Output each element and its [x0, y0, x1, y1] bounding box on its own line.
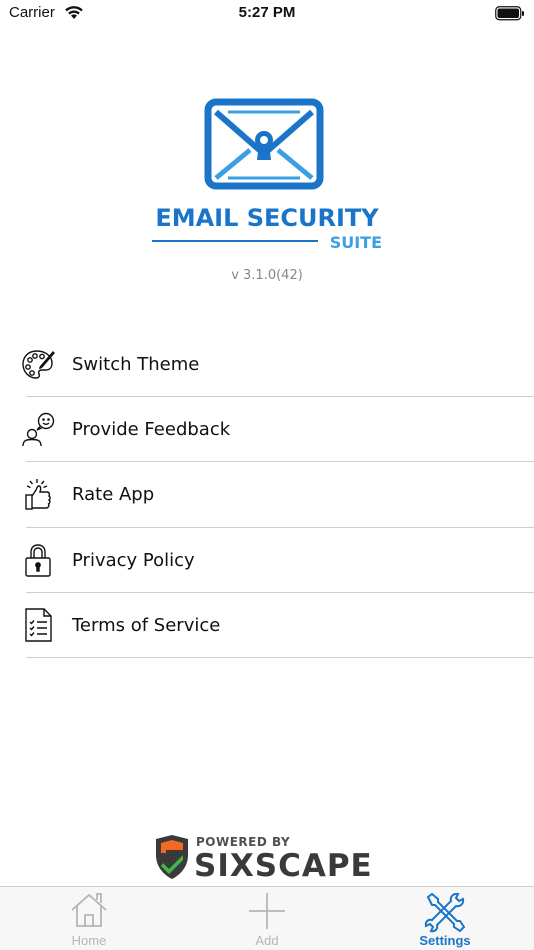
- tab-add[interactable]: Add: [178, 887, 356, 950]
- tab-label: Settings: [419, 933, 471, 948]
- tab-settings[interactable]: Settings: [356, 887, 534, 950]
- menu-item-label: Switch Theme: [72, 354, 200, 376]
- battery-icon: [495, 6, 524, 21]
- document-checklist-icon: [20, 607, 56, 643]
- padlock-icon: [20, 542, 56, 578]
- tab-home[interactable]: Home: [0, 887, 178, 950]
- menu-item-terms-of-service[interactable]: Terms of Service: [0, 593, 534, 659]
- feedback-icon: [20, 412, 56, 448]
- tools-icon: [424, 892, 466, 933]
- logo-subtitle: SUITE: [330, 233, 382, 252]
- tab-label: Add: [255, 933, 279, 948]
- powered-by-label: POWERED BY: [196, 835, 291, 849]
- status-bar: Carrier 5:27 PM: [0, 0, 534, 30]
- powered-by-sixscape-logo: POWERED BY SIXSCAPE: [150, 830, 386, 884]
- menu-item-switch-theme[interactable]: Switch Theme: [0, 332, 534, 398]
- email-security-suite-logo: EMAIL SECURITY SUITE: [152, 98, 382, 252]
- menu-item-label: Terms of Service: [72, 614, 221, 636]
- menu-item-privacy-policy[interactable]: Privacy Policy: [0, 528, 534, 593]
- menu-item-provide-feedback[interactable]: Provide Feedback: [0, 397, 534, 463]
- app-version: v 3.1.0(42): [231, 268, 303, 283]
- plus-icon: [249, 893, 285, 929]
- thumbs-up-icon: [20, 477, 56, 513]
- tab-label: Home: [71, 933, 107, 948]
- logo-title: EMAIL SECURITY: [155, 204, 379, 232]
- menu-item-rate-app[interactable]: Rate App: [0, 462, 534, 528]
- sixscape-wordmark: SIXSCAPE: [194, 848, 373, 884]
- palette-icon: [20, 347, 56, 383]
- settings-menu: Switch Theme Provide Feedback Rate App P…: [0, 332, 534, 659]
- menu-item-label: Privacy Policy: [72, 549, 195, 571]
- tab-bar: Home Add Settings: [0, 886, 534, 950]
- status-time: 5:27 PM: [238, 4, 296, 21]
- menu-item-label: Provide Feedback: [72, 419, 231, 441]
- home-icon: [71, 893, 107, 927]
- sixscape-shield-icon: [156, 835, 188, 879]
- menu-item-label: Rate App: [72, 484, 155, 506]
